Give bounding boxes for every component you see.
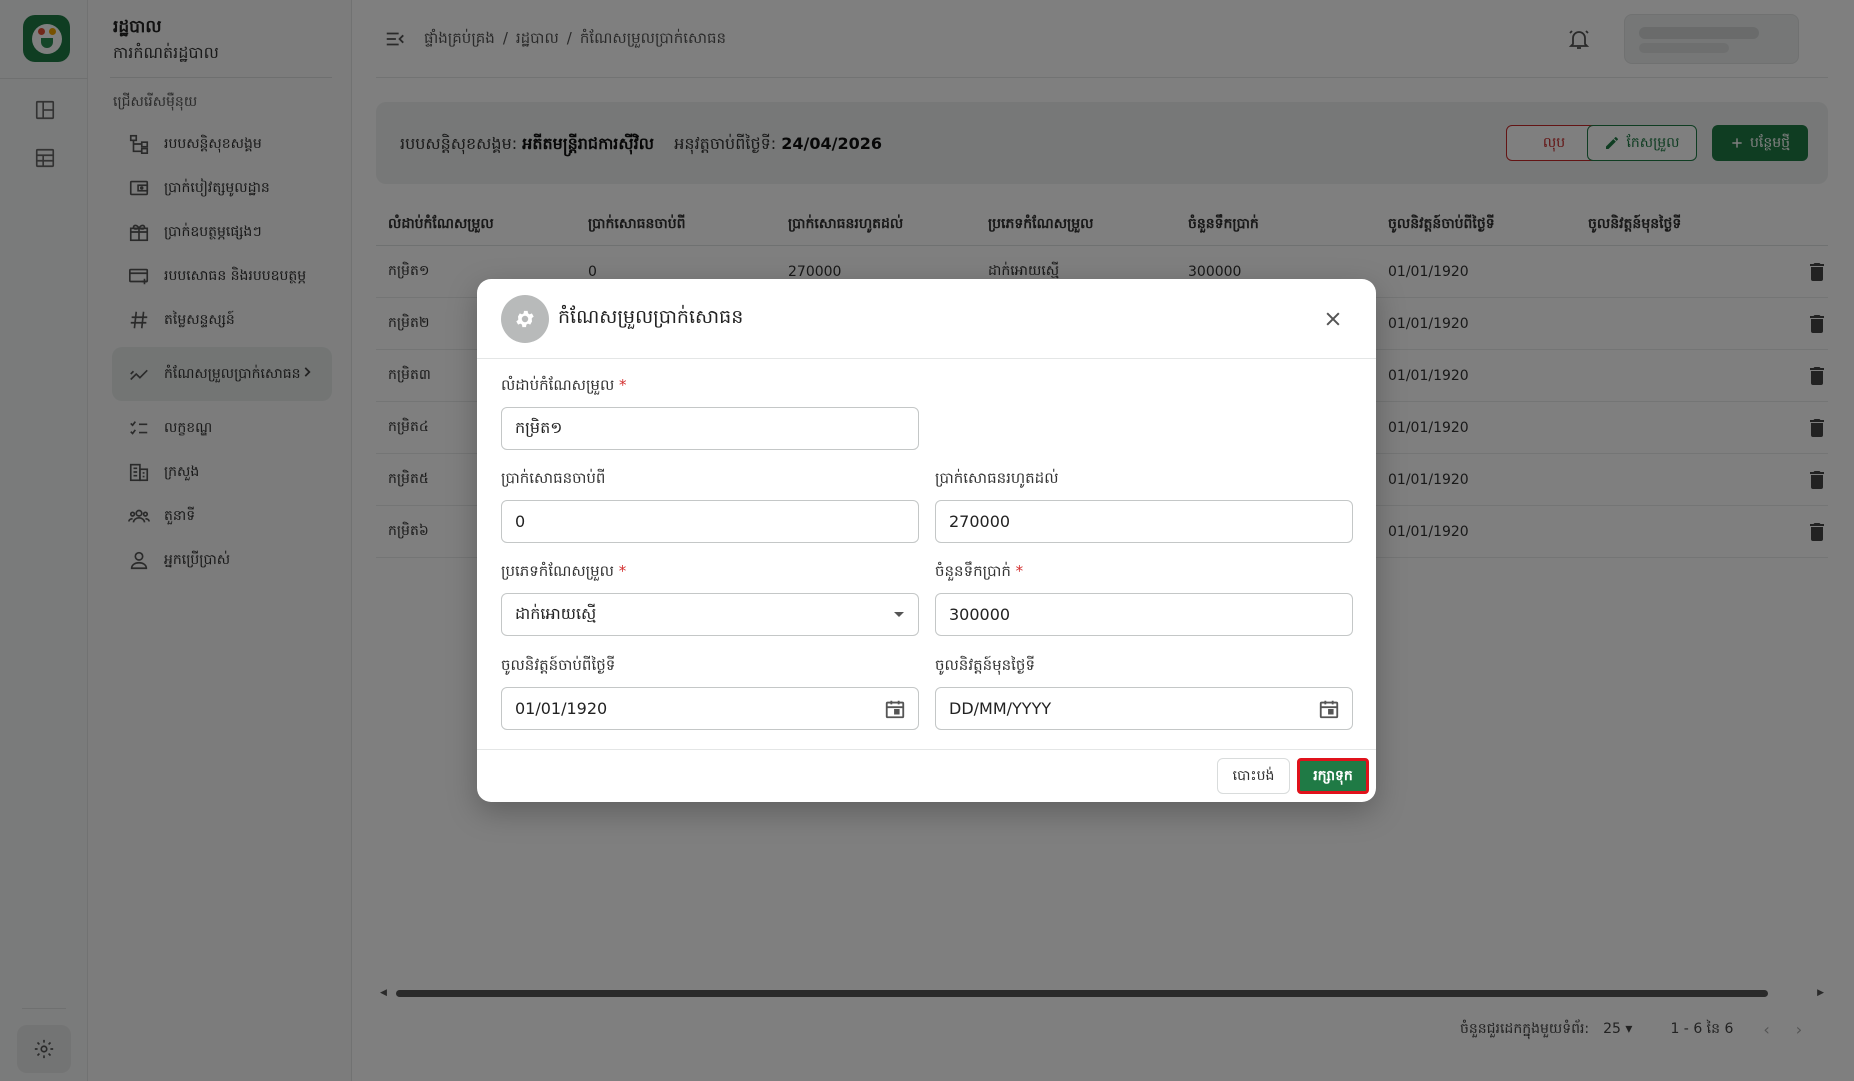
save-button-label: រក្សាទុក (1313, 767, 1353, 784)
dialog-footer-divider (477, 749, 1376, 750)
adjustment-type-select[interactable]: ដាក់អោយស្មើ (501, 593, 919, 636)
required-mark: * (1015, 562, 1024, 580)
adjustment-type-value: ដាក់អោយស្មើ (515, 603, 597, 623)
gear-icon (516, 310, 534, 328)
dialog-avatar (501, 295, 549, 343)
amount-input[interactable]: 300000 (935, 593, 1353, 636)
close-icon[interactable] (1323, 309, 1343, 329)
required-mark: * (619, 376, 627, 394)
adjustment-type-label: ប្រភេទកំណែសម្រួល * (501, 562, 626, 584)
amount-input-value: 300000 (949, 605, 1011, 624)
pension-to-input[interactable]: 270000 (935, 500, 1353, 543)
retire-from-label: ចូលនិវត្តន៍ចាប់ពីថ្ងៃទី (501, 656, 616, 674)
retire-before-label: ចូលនិវត្តន៍មុនថ្ងៃទី (935, 656, 1035, 674)
level-input-value: កម្រិត១ (515, 417, 563, 437)
cancel-button-label: បោះបង់ (1232, 767, 1275, 784)
required-mark: * (618, 562, 627, 580)
retire-before-placeholder: DD/MM/YYYY (949, 699, 1052, 718)
cancel-button[interactable]: បោះបង់ (1217, 758, 1290, 794)
adjustment-dialog: កំណែសម្រួលប្រាក់សោធន លំដាប់កំណែសម្រួល * … (477, 279, 1376, 802)
amount-label: ចំនួនទឹកប្រាក់ * (935, 562, 1023, 584)
amount-label-text: ចំនួនទឹកប្រាក់ (935, 562, 1011, 580)
pension-from-value: 0 (515, 512, 526, 531)
retire-from-value: 01/01/1920 (515, 699, 608, 718)
retire-from-date-input[interactable]: 01/01/1920 (501, 687, 919, 730)
pension-from-label: ប្រាក់សោធនចាប់ពី (501, 469, 606, 487)
calendar-icon[interactable] (1318, 698, 1340, 720)
adjustment-type-label-text: ប្រភេទកំណែសម្រួល (501, 562, 614, 580)
save-button[interactable]: រក្សាទុក (1297, 758, 1369, 794)
dialog-header: កំណែសម្រួលប្រាក់សោធន (477, 279, 1376, 359)
pension-to-label: ប្រាក់សោធនរហូតដល់ (935, 469, 1059, 487)
retire-before-date-input[interactable]: DD/MM/YYYY (935, 687, 1353, 730)
dialog-title: កំណែសម្រួលប្រាក់សោធន (558, 306, 744, 328)
level-label: លំដាប់កំណែសម្រួល * (501, 376, 627, 398)
pension-from-input[interactable]: 0 (501, 500, 919, 543)
level-input[interactable]: កម្រិត១ (501, 407, 919, 450)
caret-down-icon (894, 612, 904, 617)
pension-to-value: 270000 (949, 512, 1011, 531)
level-label-text: លំដាប់កំណែសម្រួល (501, 376, 615, 394)
calendar-icon[interactable] (884, 698, 906, 720)
